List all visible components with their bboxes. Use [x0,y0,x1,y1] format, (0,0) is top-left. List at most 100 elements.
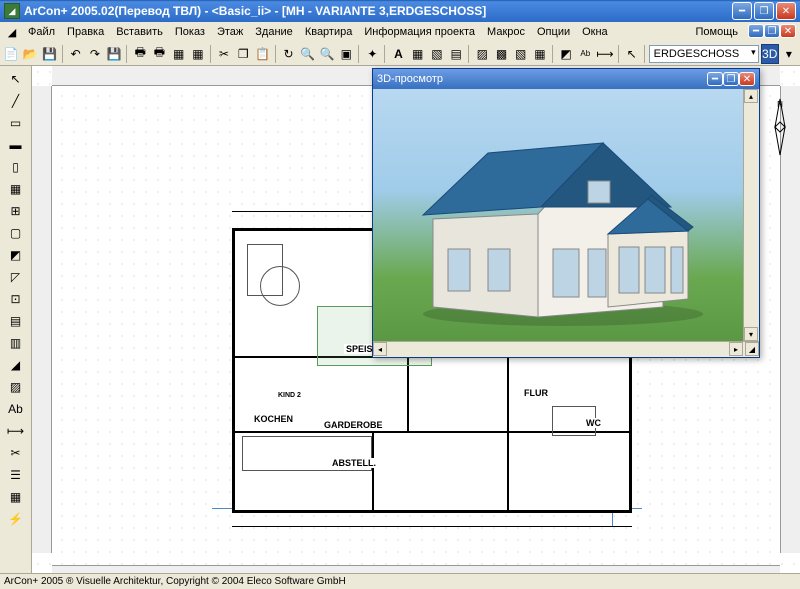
float-titlebar[interactable]: 3D-просмотр ━ ❐ ✕ [373,69,759,89]
room-flur: FLUR [522,388,550,398]
menu-apartment[interactable]: Квартира [299,24,359,40]
chimney-tool[interactable]: ⊡ [2,288,30,310]
menu-project-info[interactable]: Информация проекта [358,24,481,40]
scroll-corner-icon: ◢ [745,342,759,356]
doc2-button[interactable]: ▦ [189,44,207,64]
doc-button[interactable]: ▦ [170,44,188,64]
redo-button[interactable]: ↷ [86,44,104,64]
zoom-fit-button[interactable]: ▣ [337,44,355,64]
menu-help[interactable]: Помощь [690,24,745,40]
copy-button[interactable]: ❐ [234,44,252,64]
svg-text:N: N [777,100,783,109]
rect-tool[interactable]: ▭ [2,112,30,134]
house-3d-model [393,119,723,329]
dimension-tool[interactable]: ⟼ [2,420,30,442]
door-tool[interactable]: ▢ [2,222,30,244]
dim-button[interactable]: ⟼ [595,44,614,64]
float-window-title: 3D-просмотр [377,73,707,85]
menu-options[interactable]: Опции [531,24,576,40]
line-tool[interactable]: ╱ [2,90,30,112]
maximize-button[interactable]: ❐ [754,2,774,20]
floor-dropdown[interactable]: ERDGESCHOSS [649,45,759,63]
minimize-button[interactable]: ━ [732,2,752,20]
abc-button[interactable]: Ab [576,44,594,64]
undo-button[interactable]: ↶ [67,44,85,64]
menu-edit[interactable]: Правка [61,24,110,40]
hatch3-button[interactable]: ▧ [512,44,530,64]
scroll-right-icon[interactable]: ▸ [729,342,743,356]
float-maximize-button[interactable]: ❐ [723,72,739,86]
app-icon: ◢ [4,3,20,19]
float-scrollbar-h[interactable]: ◂ ▸ ◢ [373,341,759,357]
terrain-tool[interactable]: ◢ [2,354,30,376]
menubar: ◢ Файл Правка Вставить Показ Этаж Здание… [0,22,800,42]
misc-tool[interactable]: ☰ [2,464,30,486]
layer-button[interactable]: ▧ [428,44,446,64]
room-kind2: KIND 2 [276,392,303,399]
landscape-tool[interactable]: ▨ [2,376,30,398]
rotate-button[interactable]: ↻ [279,44,297,64]
menu-file[interactable]: Файл [22,24,61,40]
menu-view[interactable]: Показ [169,24,211,40]
float-3d-content[interactable] [373,89,743,341]
compass-icon: N [763,92,797,162]
print-button[interactable]: 🖶 [131,44,149,64]
zoom-out-button[interactable]: 🔍 [318,44,336,64]
hatch4-button[interactable]: ▦ [531,44,549,64]
column-tool[interactable]: ▯ [2,156,30,178]
wall-tool[interactable]: ▬ [2,134,30,156]
new-button[interactable]: 📄 [2,44,20,64]
hatch2-button[interactable]: ▩ [492,44,510,64]
grid-button[interactable]: ▦ [409,44,427,64]
stairs2-tool[interactable]: ▥ [2,332,30,354]
menu-macros[interactable]: Макрос [481,24,531,40]
furniture-tool[interactable]: ▦ [2,486,30,508]
menu-insert[interactable]: Вставить [110,24,169,40]
mdi-close-button[interactable]: ✕ [780,24,796,38]
floating-3d-window[interactable]: 3D-просмотр ━ ❐ ✕ [372,68,760,358]
scroll-up-icon[interactable]: ▴ [744,89,758,103]
ceiling-tool[interactable]: ◩ [2,244,30,266]
print-alt-button[interactable]: 🖶 [150,44,168,64]
statusbar: ArCon+ 2005 ® Visuelle Architektur, Copy… [0,573,800,589]
text-tool[interactable]: Ab [2,398,30,420]
menu-floor[interactable]: Этаж [211,24,249,40]
roof-tool[interactable]: ◸ [2,266,30,288]
float-close-button[interactable]: ✕ [739,72,755,86]
mdi-icon[interactable]: ◢ [4,24,20,40]
layer2-button[interactable]: ▤ [447,44,465,64]
scroll-left-icon[interactable]: ◂ [373,342,387,356]
paste-button[interactable]: 📋 [253,44,271,64]
float-minimize-button[interactable]: ━ [707,72,723,86]
save-button[interactable]: 💾 [40,44,58,64]
inner-wall-4 [507,356,509,511]
3d-view-button[interactable]: 3D [761,44,779,64]
measure-button[interactable]: ✦ [363,44,381,64]
electric-tool[interactable]: ⚡ [2,508,30,530]
scroll-down-icon[interactable]: ▾ [744,327,758,341]
window-tool[interactable]: ⊞ [2,200,30,222]
menu-windows[interactable]: Окна [576,24,614,40]
section-button[interactable]: ◩ [557,44,575,64]
calendar-tool[interactable]: ▦ [2,178,30,200]
save-all-button[interactable]: 💾 [105,44,123,64]
mdi-restore-button[interactable]: ❐ [764,24,780,38]
furniture-table [260,266,300,306]
chevron-down-icon[interactable]: ▾ [780,44,798,64]
text-button[interactable]: A [389,44,407,64]
dim-bottom [232,526,632,527]
float-scrollbar-v[interactable]: ▴ ▾ [743,89,759,341]
stairs-tool[interactable]: ▤ [2,310,30,332]
section-tool[interactable]: ✂ [2,442,30,464]
select-tool[interactable]: ↖ [2,68,30,90]
zoom-in-button[interactable]: 🔍 [299,44,317,64]
menu-building[interactable]: Здание [249,24,299,40]
inner-wall-5 [372,431,374,511]
main-toolbar: 📄 📂 💾 ↶ ↷ 💾 🖶 🖶 ▦ ▦ ✂ ❐ 📋 ↻ 🔍 🔍 ▣ ✦ A ▦ … [0,42,800,66]
arrow-button[interactable]: ↖ [622,44,640,64]
open-button[interactable]: 📂 [21,44,39,64]
mdi-minimize-button[interactable]: ━ [748,24,764,38]
close-button[interactable]: ✕ [776,2,796,20]
cut-button[interactable]: ✂ [215,44,233,64]
hatch1-button[interactable]: ▨ [473,44,491,64]
